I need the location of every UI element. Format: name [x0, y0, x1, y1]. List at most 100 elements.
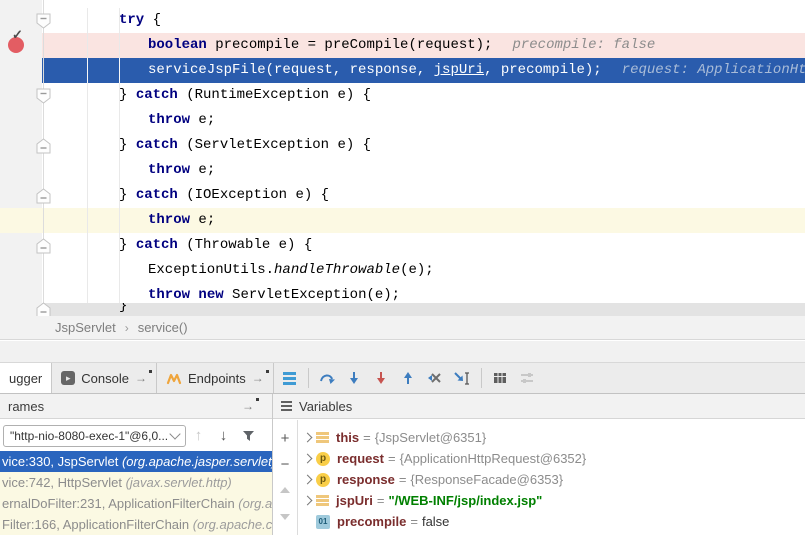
- breadcrumb: JspServlet › service(): [0, 316, 805, 340]
- code-token: (e);: [400, 262, 434, 278]
- variable-row[interactable]: prequest={ApplicationHttpRequest@6352}: [298, 448, 805, 469]
- hide-frames-filter-button[interactable]: [236, 429, 261, 442]
- force-step-into-button[interactable]: [368, 363, 395, 393]
- code-line[interactable]: try {: [42, 8, 805, 33]
- variable-row[interactable]: 01precompile=false: [298, 511, 805, 532]
- code-token: {: [144, 12, 161, 28]
- code-editor[interactable]: try {boolean precompile = preCompile(req…: [0, 0, 805, 316]
- equals-sign: =: [363, 430, 371, 445]
- frame-down-button[interactable]: ↓: [211, 427, 236, 444]
- expand-chevron-icon[interactable]: [302, 475, 312, 485]
- code-token: precompile = preCompile(request);: [207, 37, 493, 53]
- fold-marker-icon[interactable]: [36, 13, 51, 34]
- code-token: }: [119, 137, 136, 153]
- drop-frame-button[interactable]: [422, 363, 449, 393]
- layout-settings-button[interactable]: [514, 363, 541, 393]
- inline-debugger-hint: request: ApplicationHttpRe: [622, 62, 805, 78]
- fold-marker-icon[interactable]: [36, 188, 51, 209]
- fold-marker-icon[interactable]: [36, 88, 51, 109]
- fold-marker-icon[interactable]: [36, 302, 51, 316]
- code-token: try: [119, 12, 144, 28]
- debugger-menu-button[interactable]: [276, 363, 303, 393]
- splitter[interactable]: [0, 341, 805, 362]
- filter-icon: [242, 429, 255, 442]
- run-to-cursor-button[interactable]: [449, 363, 476, 393]
- breadcrumb-class[interactable]: JspServlet: [55, 320, 116, 335]
- variable-row[interactable]: this={JspServlet@6351}: [298, 427, 805, 448]
- variable-row[interactable]: jspUri="/WEB-INF/jsp/index.jsp": [298, 490, 805, 511]
- code-line[interactable]: } catch (ServletException e) {: [42, 133, 805, 158]
- frames-title: rames: [8, 399, 44, 414]
- code-line[interactable]: throw e;: [42, 208, 805, 233]
- code-token: (RuntimeException e) {: [178, 87, 371, 103]
- add-watch-button[interactable]: +: [273, 429, 297, 447]
- triangle-down-icon: [280, 514, 290, 520]
- primitive-type-icon: 01: [316, 515, 330, 529]
- variables-panel: Variables + − − this={JspServlet@6351}pr…: [273, 394, 805, 535]
- expand-chevron-icon[interactable]: [302, 433, 312, 443]
- move-watch-up-button[interactable]: [273, 481, 297, 499]
- expand-chevron-icon[interactable]: [302, 496, 312, 506]
- code-token: throw: [148, 162, 190, 178]
- step-over-icon: [319, 370, 335, 386]
- equals-sign: =: [410, 514, 418, 529]
- code-token: catch: [136, 237, 178, 253]
- value-type-icon: [316, 495, 329, 506]
- code-token: catch: [136, 87, 178, 103]
- code-line[interactable]: } catch (RuntimeException e) {: [42, 83, 805, 108]
- frame-up-button[interactable]: ↑: [186, 427, 211, 444]
- tab-console-label: Console: [81, 371, 129, 386]
- code-line[interactable]: throw e;: [42, 158, 805, 183]
- code-token: jspUri: [434, 62, 484, 78]
- code-token: ExceptionUtils.: [148, 262, 274, 278]
- jump-to-source-icon: →: [252, 372, 264, 384]
- thread-dropdown-value: "http-nio-8080-exec-1"@6,0...: [10, 429, 168, 443]
- step-over-button[interactable]: [314, 363, 341, 393]
- stack-frame-row[interactable]: ernalDoFilter:231, ApplicationFilterChai…: [0, 493, 272, 514]
- code-line[interactable]: } catch (IOException e) {: [42, 183, 805, 208]
- code-line[interactable]: boolean precompile = preCompile(request)…: [42, 33, 805, 58]
- code-line[interactable]: } catch (Throwable e) {: [42, 233, 805, 258]
- move-watch-down-button[interactable]: [273, 508, 297, 526]
- evaluate-expression-button[interactable]: [487, 363, 514, 393]
- variable-row[interactable]: presponse={ResponseFacade@6353}: [298, 469, 805, 490]
- code-line[interactable]: serviceJspFile(request, response, jspUri…: [42, 58, 805, 83]
- tab-endpoints[interactable]: Endpoints →: [157, 363, 274, 393]
- tab-debugger-label: ugger: [9, 371, 42, 386]
- code-token: (Throwable e) {: [178, 237, 312, 253]
- duplicate-watch-button[interactable]: −: [273, 530, 297, 535]
- step-into-icon: [346, 370, 362, 386]
- code-line[interactable]: throw e;: [42, 108, 805, 133]
- debug-toolbar: ugger ▸ Console → Endpoints →: [0, 362, 805, 394]
- remove-watch-button[interactable]: −: [273, 455, 297, 473]
- step-into-button[interactable]: [341, 363, 368, 393]
- code-token: catch: [136, 137, 178, 153]
- equals-sign: =: [399, 472, 407, 487]
- thread-dropdown[interactable]: "http-nio-8080-exec-1"@6,0...: [3, 425, 186, 447]
- variable-name: response: [337, 472, 395, 487]
- layout-settings-icon: [519, 370, 535, 386]
- step-out-button[interactable]: [395, 363, 422, 393]
- evaluate-expression-icon: [492, 370, 508, 386]
- watches-toolbar: + − −: [273, 420, 298, 535]
- code-line[interactable]: ExceptionUtils.handleThrowable(e);: [42, 258, 805, 283]
- stack-frame-row[interactable]: vice:330, JspServlet (org.apache.jasper.…: [0, 451, 272, 472]
- tab-debugger[interactable]: ugger: [0, 363, 52, 393]
- code-token: serviceJspFile(request, response,: [148, 62, 434, 78]
- stack-frame-row[interactable]: Filter:166, ApplicationFilterChain (org.…: [0, 514, 272, 535]
- variables-panel-header: Variables: [273, 394, 805, 419]
- toolbar-separator: [481, 368, 482, 388]
- fold-marker-icon[interactable]: [36, 138, 51, 159]
- closing-brace: }: [119, 303, 127, 314]
- tab-console[interactable]: ▸ Console →: [52, 363, 157, 393]
- expand-chevron-icon[interactable]: [302, 454, 312, 464]
- tab-endpoints-label: Endpoints: [188, 371, 246, 386]
- breadcrumb-separator: ›: [125, 321, 129, 335]
- run-to-cursor-icon: [453, 370, 471, 386]
- code-token: e;: [190, 112, 215, 128]
- frame-package: (org.apa: [238, 496, 272, 511]
- code-token: throw: [148, 112, 190, 128]
- breadcrumb-method[interactable]: service(): [138, 320, 188, 335]
- fold-marker-icon[interactable]: [36, 238, 51, 259]
- stack-frame-row[interactable]: vice:742, HttpServlet (javax.servlet.htt…: [0, 472, 272, 493]
